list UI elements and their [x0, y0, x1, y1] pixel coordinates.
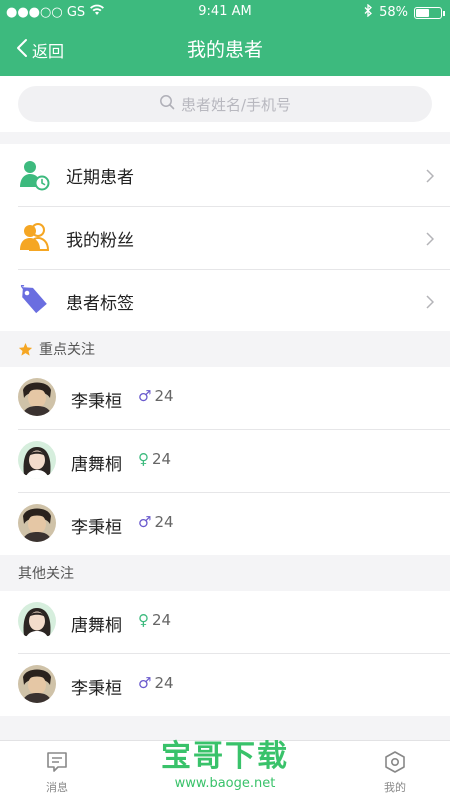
nav-bar: 返回 我的患者 — [0, 28, 450, 72]
male-icon: ♂ — [138, 513, 152, 531]
menu-item-recent-patients[interactable]: 近期患者 — [0, 144, 450, 206]
profile-hexagon-icon — [383, 750, 407, 774]
patient-name: 李秉桓 — [71, 679, 122, 699]
watermark: 宝哥下载 www.baoge.net — [150, 738, 300, 796]
patient-row[interactable]: 唐舞桐 ♀ 24 — [0, 430, 450, 492]
search-placeholder: 患者姓名/手机号 — [180, 95, 292, 114]
female-icon: ♀ — [138, 450, 149, 468]
patient-age: 24 — [154, 513, 174, 531]
other-patient-list: 唐舞桐 ♀ 24 李秉桓 ♂ 24 — [0, 591, 450, 716]
key-patient-list: 李秉桓 ♂ 24 唐舞桐 ♀ 24 李秉桓 ♂ 24 — [0, 367, 450, 555]
patient-name: 李秉桓 — [71, 392, 122, 412]
patient-name: 唐舞桐 — [71, 455, 122, 475]
chevron-right-icon — [426, 168, 435, 187]
avatar — [18, 441, 56, 479]
patient-age: 24 — [152, 611, 172, 629]
female-icon: ♀ — [138, 611, 149, 629]
section-header-key: 重点关注 — [0, 331, 450, 367]
watermark-url: www.baoge.net — [174, 776, 276, 791]
tab-label: 消息 — [46, 781, 68, 794]
star-icon — [18, 342, 33, 357]
watermark-logo: 宝哥下载 — [161, 739, 289, 774]
tag-icon — [18, 284, 50, 317]
patient-menu: 近期患者 我的粉丝 患者标签 — [0, 144, 450, 331]
search-area: 患者姓名/手机号 — [0, 76, 450, 132]
menu-item-my-fans[interactable]: 我的粉丝 — [0, 207, 450, 269]
menu-item-patient-tags[interactable]: 患者标签 — [0, 270, 450, 332]
app-header: ●●●○○ GS 9:41 AM 58% 返回 我的患者 — [0, 0, 450, 76]
status-bar: ●●●○○ GS 9:41 AM 58% — [0, 0, 450, 24]
page-title: 我的患者 — [186, 39, 263, 61]
avatar — [18, 504, 56, 542]
search-input[interactable]: 患者姓名/手机号 — [18, 86, 432, 122]
male-icon: ♂ — [138, 387, 152, 405]
patient-row[interactable]: 唐舞桐 ♀ 24 — [0, 591, 450, 653]
recent-patient-icon — [18, 159, 50, 191]
patient-row[interactable]: 李秉桓 ♂ 24 — [0, 493, 450, 555]
battery-percent: 58% — [379, 5, 408, 20]
chevron-right-icon — [426, 294, 435, 313]
search-icon — [159, 94, 175, 114]
section-header-other: 其他关注 — [0, 555, 450, 591]
battery-icon — [414, 6, 445, 19]
tab-label: 我的 — [384, 781, 406, 794]
patient-row[interactable]: 李秉桓 ♂ 24 — [0, 367, 450, 429]
patient-age: 24 — [152, 450, 172, 468]
avatar — [18, 665, 56, 703]
patient-age: 24 — [154, 674, 174, 692]
tab-messages[interactable]: 消息 — [17, 741, 97, 801]
fans-icon — [18, 222, 50, 254]
message-icon — [45, 750, 69, 774]
patient-row[interactable]: 李秉桓 ♂ 24 — [0, 654, 450, 716]
section-title: 其他关注 — [18, 566, 74, 582]
patient-name: 李秉桓 — [71, 518, 122, 538]
patient-name: 唐舞桐 — [71, 616, 122, 636]
bluetooth-icon — [364, 3, 373, 21]
tab-mine[interactable]: 我的 — [355, 741, 435, 801]
chevron-right-icon — [426, 231, 435, 250]
male-icon: ♂ — [138, 674, 152, 692]
patient-age: 24 — [154, 387, 174, 405]
avatar — [18, 602, 56, 640]
menu-label: 患者标签 — [66, 293, 134, 314]
menu-label: 近期患者 — [66, 167, 134, 188]
menu-label: 我的粉丝 — [66, 230, 134, 251]
section-title: 重点关注 — [39, 342, 95, 358]
avatar — [18, 378, 56, 416]
